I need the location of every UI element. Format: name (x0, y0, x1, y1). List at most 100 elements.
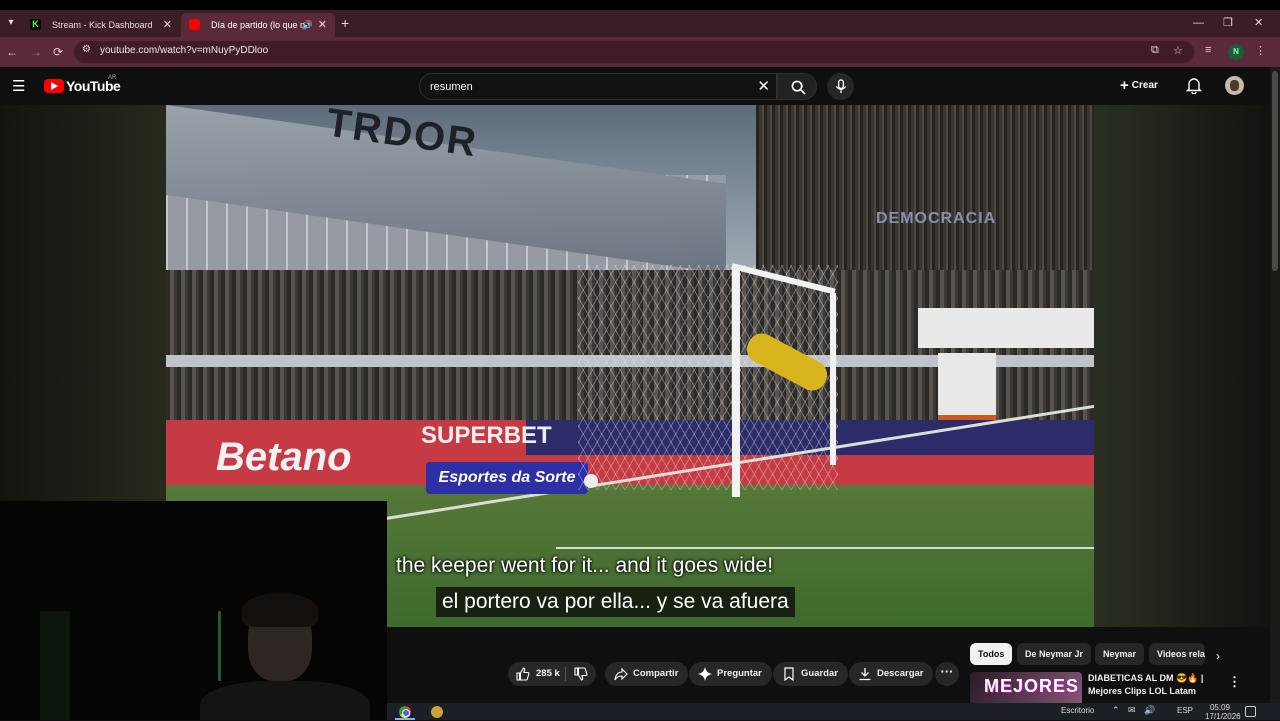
create-label: Crear (1131, 80, 1158, 91)
youtube-logo-icon[interactable] (44, 79, 64, 93)
clock[interactable]: 05:09 17/1/2026 (1205, 703, 1241, 721)
download-label: Descargar (877, 668, 924, 679)
like-count: 285 k (536, 668, 560, 679)
related-video-title[interactable]: DIABETICAS AL DM 😎🔥 | Mejores Clips LOL … (1088, 672, 1218, 698)
search-icon (791, 80, 806, 95)
voice-search-button[interactable] (827, 73, 854, 100)
video-scene-crowd (756, 105, 1094, 275)
notifications-button[interactable] (1185, 77, 1203, 99)
bell-icon (1185, 78, 1203, 95)
search-button[interactable] (777, 73, 817, 100)
chip-neymar[interactable]: Neymar (1095, 643, 1145, 665)
youtube-icon (189, 19, 200, 30)
like-dislike-group: 285 k (508, 662, 596, 686)
chip-videos-relacionados[interactable]: Videos rela (1149, 643, 1205, 665)
video-scene-ball (584, 474, 598, 488)
notifications-icon[interactable] (1245, 706, 1256, 717)
ask-button[interactable]: Preguntar (689, 662, 772, 686)
thumbnail-text: MEJORES (984, 676, 1080, 696)
menu-icon[interactable]: ☰ (12, 77, 25, 95)
url-bar[interactable]: ⚙ youtube.com/watch?v=mNuyPyDDloo (74, 41, 1194, 63)
app-icon[interactable] (431, 706, 443, 718)
create-button[interactable]: + Crear (1120, 77, 1158, 94)
ambient-right (1094, 105, 1270, 627)
video-scene-ad-sorte: Esportes da Sorte (426, 462, 588, 494)
plus-icon: + (1120, 77, 1129, 94)
webcam-person-body (200, 681, 370, 720)
dislike-button[interactable] (574, 667, 588, 686)
share-label: Compartir (633, 668, 679, 679)
download-icon (859, 668, 871, 681)
thumbs-up-icon (516, 667, 530, 681)
sparkle-icon (698, 667, 712, 681)
url-text: youtube.com/watch?v=mNuyPyDDloo (100, 45, 269, 56)
clear-search-icon[interactable]: ✕ (757, 77, 770, 95)
ask-label: Preguntar (717, 668, 762, 679)
save-button[interactable]: Guardar (773, 662, 848, 686)
account-avatar[interactable] (1225, 76, 1244, 95)
language-indicator[interactable]: ESP (1177, 706, 1193, 715)
browser-tab-bar: ▾ K Stream - Kick Dashboard ✕ Día de par… (0, 10, 1280, 37)
close-tab-icon[interactable]: ✕ (318, 13, 327, 37)
kick-icon: K (30, 19, 41, 30)
download-button[interactable]: Descargar (849, 662, 934, 686)
site-info-icon[interactable]: ⚙ (82, 44, 91, 55)
tab-title: Stream - Kick Dashboard (52, 20, 152, 30)
forward-button[interactable]: → (30, 43, 42, 61)
windows-taskbar: Escritorio ⌃ ✉ 🔊 ESP 05:09 17/1/2026 (387, 703, 1280, 721)
scrollbar-thumb[interactable] (1272, 71, 1278, 271)
video-scene-ad-superbet: SUPERBET (421, 422, 552, 449)
share-button[interactable]: Compartir (605, 662, 689, 686)
share-icon (614, 667, 628, 681)
webcam-person-hair (242, 593, 318, 627)
profile-avatar[interactable]: N (1228, 44, 1244, 60)
country-code: AR (108, 75, 117, 81)
system-tray-icons[interactable]: ⌃ ✉ 🔊 (1112, 705, 1158, 716)
microphone-icon (835, 79, 846, 94)
tab-title: Día de partido (lo que no ve (211, 20, 311, 30)
webcam-background (40, 611, 70, 720)
chrome-icon[interactable] (399, 706, 411, 718)
reload-button[interactable]: ⟳ (53, 43, 63, 61)
speaker-icon[interactable]: 🔊 (302, 13, 313, 37)
close-tab-icon[interactable]: ✕ (163, 13, 172, 37)
chevron-right-icon[interactable]: › (1216, 649, 1220, 663)
top-strip (0, 0, 1280, 10)
divider (565, 667, 566, 681)
more-actions-button[interactable]: ··· (935, 662, 959, 686)
page-scrollbar[interactable] (1270, 67, 1280, 720)
search-input[interactable]: resumen ✕ (419, 73, 777, 100)
tab-search-button[interactable]: ▾ (2, 14, 20, 32)
bookmark-star-icon[interactable]: ☆ (1173, 44, 1183, 57)
webcam-light (218, 611, 221, 681)
video-scene-goalpost-2 (830, 293, 836, 465)
search-query: resumen (430, 81, 473, 93)
minimize-button[interactable]: — (1193, 13, 1204, 33)
back-button[interactable]: ← (6, 43, 18, 61)
desktop-label[interactable]: Escritorio (1061, 706, 1094, 715)
related-video-menu-icon[interactable]: ⋮ (1228, 674, 1241, 690)
save-label: Guardar (801, 668, 838, 679)
reading-list-icon[interactable]: ≡ (1205, 44, 1211, 56)
browser-menu-icon[interactable]: ⋮ (1255, 44, 1266, 57)
chip-todos[interactable]: Todos (970, 643, 1013, 665)
new-tab-button[interactable]: + (341, 13, 349, 33)
video-scene-ad-betano: Betano (216, 435, 352, 479)
video-scene-line-2 (556, 547, 1094, 549)
thumbs-down-icon (574, 667, 588, 681)
close-window-button[interactable]: ✕ (1254, 13, 1263, 33)
subtitle-spanish: el portero va por ella... y se va afuera (436, 587, 795, 617)
clock-time: 05:09 (1209, 703, 1231, 712)
youtube-header: ☰ YouTube AR resumen ✕ + Crear (0, 67, 1270, 105)
video-scene-banner: DEMOCRACIA (876, 210, 997, 227)
video-scene-tent (918, 308, 1094, 348)
like-button[interactable]: 285 k (508, 662, 560, 686)
ambient-left (0, 105, 166, 501)
chip-de-neymar-jr[interactable]: De Neymar Jr (1017, 643, 1092, 665)
tab-kick-dashboard[interactable]: K Stream - Kick Dashboard ✕ (22, 13, 180, 37)
video-scene-goalpost (732, 265, 740, 497)
install-app-icon[interactable]: ⧉ (1151, 44, 1159, 57)
tab-youtube-video[interactable]: Día de partido (lo que no ve 🔊 ✕ (181, 13, 335, 37)
subtitle-english: the keeper went for it... and it goes wi… (396, 554, 774, 577)
restore-button[interactable]: ❐ (1223, 13, 1233, 33)
